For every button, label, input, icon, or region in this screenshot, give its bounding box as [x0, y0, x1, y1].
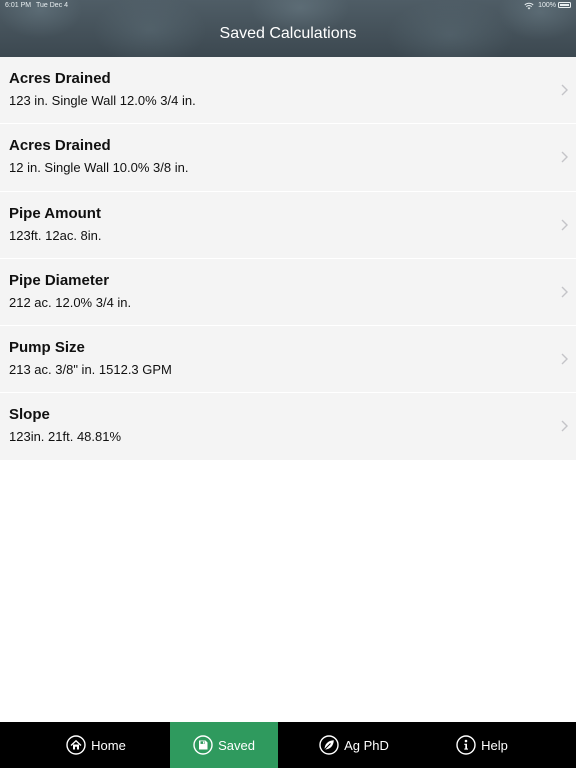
saved-item-pipe-amount[interactable]: Pipe Amount 123ft. 12ac. 8in. [0, 191, 576, 259]
saved-item-title: Slope [9, 406, 50, 424]
tab-help[interactable]: Help [428, 722, 536, 768]
chevron-right-icon [561, 353, 568, 365]
saved-item-subtitle: 123in. 21ft. 48.81% [9, 429, 122, 445]
tab-ag-phd[interactable]: Ag PhD [300, 722, 408, 768]
saved-item-subtitle: 213 ac. 3/8" in. 1512.3 GPM [9, 362, 172, 378]
wifi-icon [524, 2, 534, 10]
tab-ag-phd-label: Ag PhD [344, 737, 389, 753]
status-time: 6:01 PM [5, 2, 32, 9]
battery-icon [558, 2, 571, 8]
save-icon [193, 735, 213, 755]
navigation-header: 6:01 PM Tue Dec 4 100% Saved Calculation… [0, 0, 576, 57]
saved-item-subtitle: 123ft. 12ac. 8in. [9, 227, 102, 243]
tab-saved-label: Saved [218, 737, 255, 753]
saved-item-title: Pipe Amount [9, 204, 101, 222]
saved-item-title: Pipe Diameter [9, 271, 110, 289]
saved-item-acres-drained-1[interactable]: Acres Drained 123 in. Single Wall 12.0% … [0, 57, 576, 125]
saved-item-acres-drained-2[interactable]: Acres Drained 12 in. Single Wall 10.0% 3… [0, 124, 576, 192]
tab-saved[interactable]: Saved [170, 722, 278, 768]
leaf-icon [319, 735, 339, 755]
chevron-right-icon [561, 219, 568, 231]
saved-item-subtitle: 12 in. Single Wall 10.0% 3/8 in. [9, 160, 189, 176]
saved-item-pump-size[interactable]: Pump Size 213 ac. 3/8" in. 1512.3 GPM [0, 326, 576, 394]
info-icon [456, 735, 476, 755]
saved-item-subtitle: 123 in. Single Wall 12.0% 3/4 in. [9, 93, 196, 108]
saved-item-title: Acres Drained [9, 70, 111, 87]
tab-help-label: Help [481, 737, 508, 753]
tab-home[interactable]: Home [42, 722, 150, 768]
status-date: Tue Dec 4 [36, 2, 69, 9]
saved-item-subtitle: 212 ac. 12.0% 3/4 in. [9, 294, 132, 310]
chevron-right-icon [561, 286, 568, 298]
chevron-right-icon [561, 420, 568, 432]
battery-percentage: 100% [538, 2, 556, 9]
app-screen: 6:01 PM Tue Dec 4 100% Saved Calculation… [0, 0, 576, 768]
saved-calculations-list: Acres Drained 123 in. Single Wall 12.0% … [0, 57, 576, 461]
chevron-right-icon [561, 84, 568, 96]
saved-item-title: Acres Drained [9, 137, 111, 155]
page-title: Saved Calculations [219, 25, 357, 42]
saved-item-pipe-diameter[interactable]: Pipe Diameter 212 ac. 12.0% 3/4 in. [0, 258, 576, 327]
tab-home-label: Home [91, 737, 126, 753]
saved-item-title: Pump Size [9, 339, 85, 357]
home-icon [66, 735, 86, 755]
chevron-right-icon [561, 151, 568, 163]
status-bar: 6:01 PM Tue Dec 4 100% [0, 0, 576, 12]
tab-bar: Home Saved Ag PhD Help [0, 722, 576, 768]
saved-item-slope[interactable]: Slope 123in. 21ft. 48.81% [0, 393, 576, 461]
